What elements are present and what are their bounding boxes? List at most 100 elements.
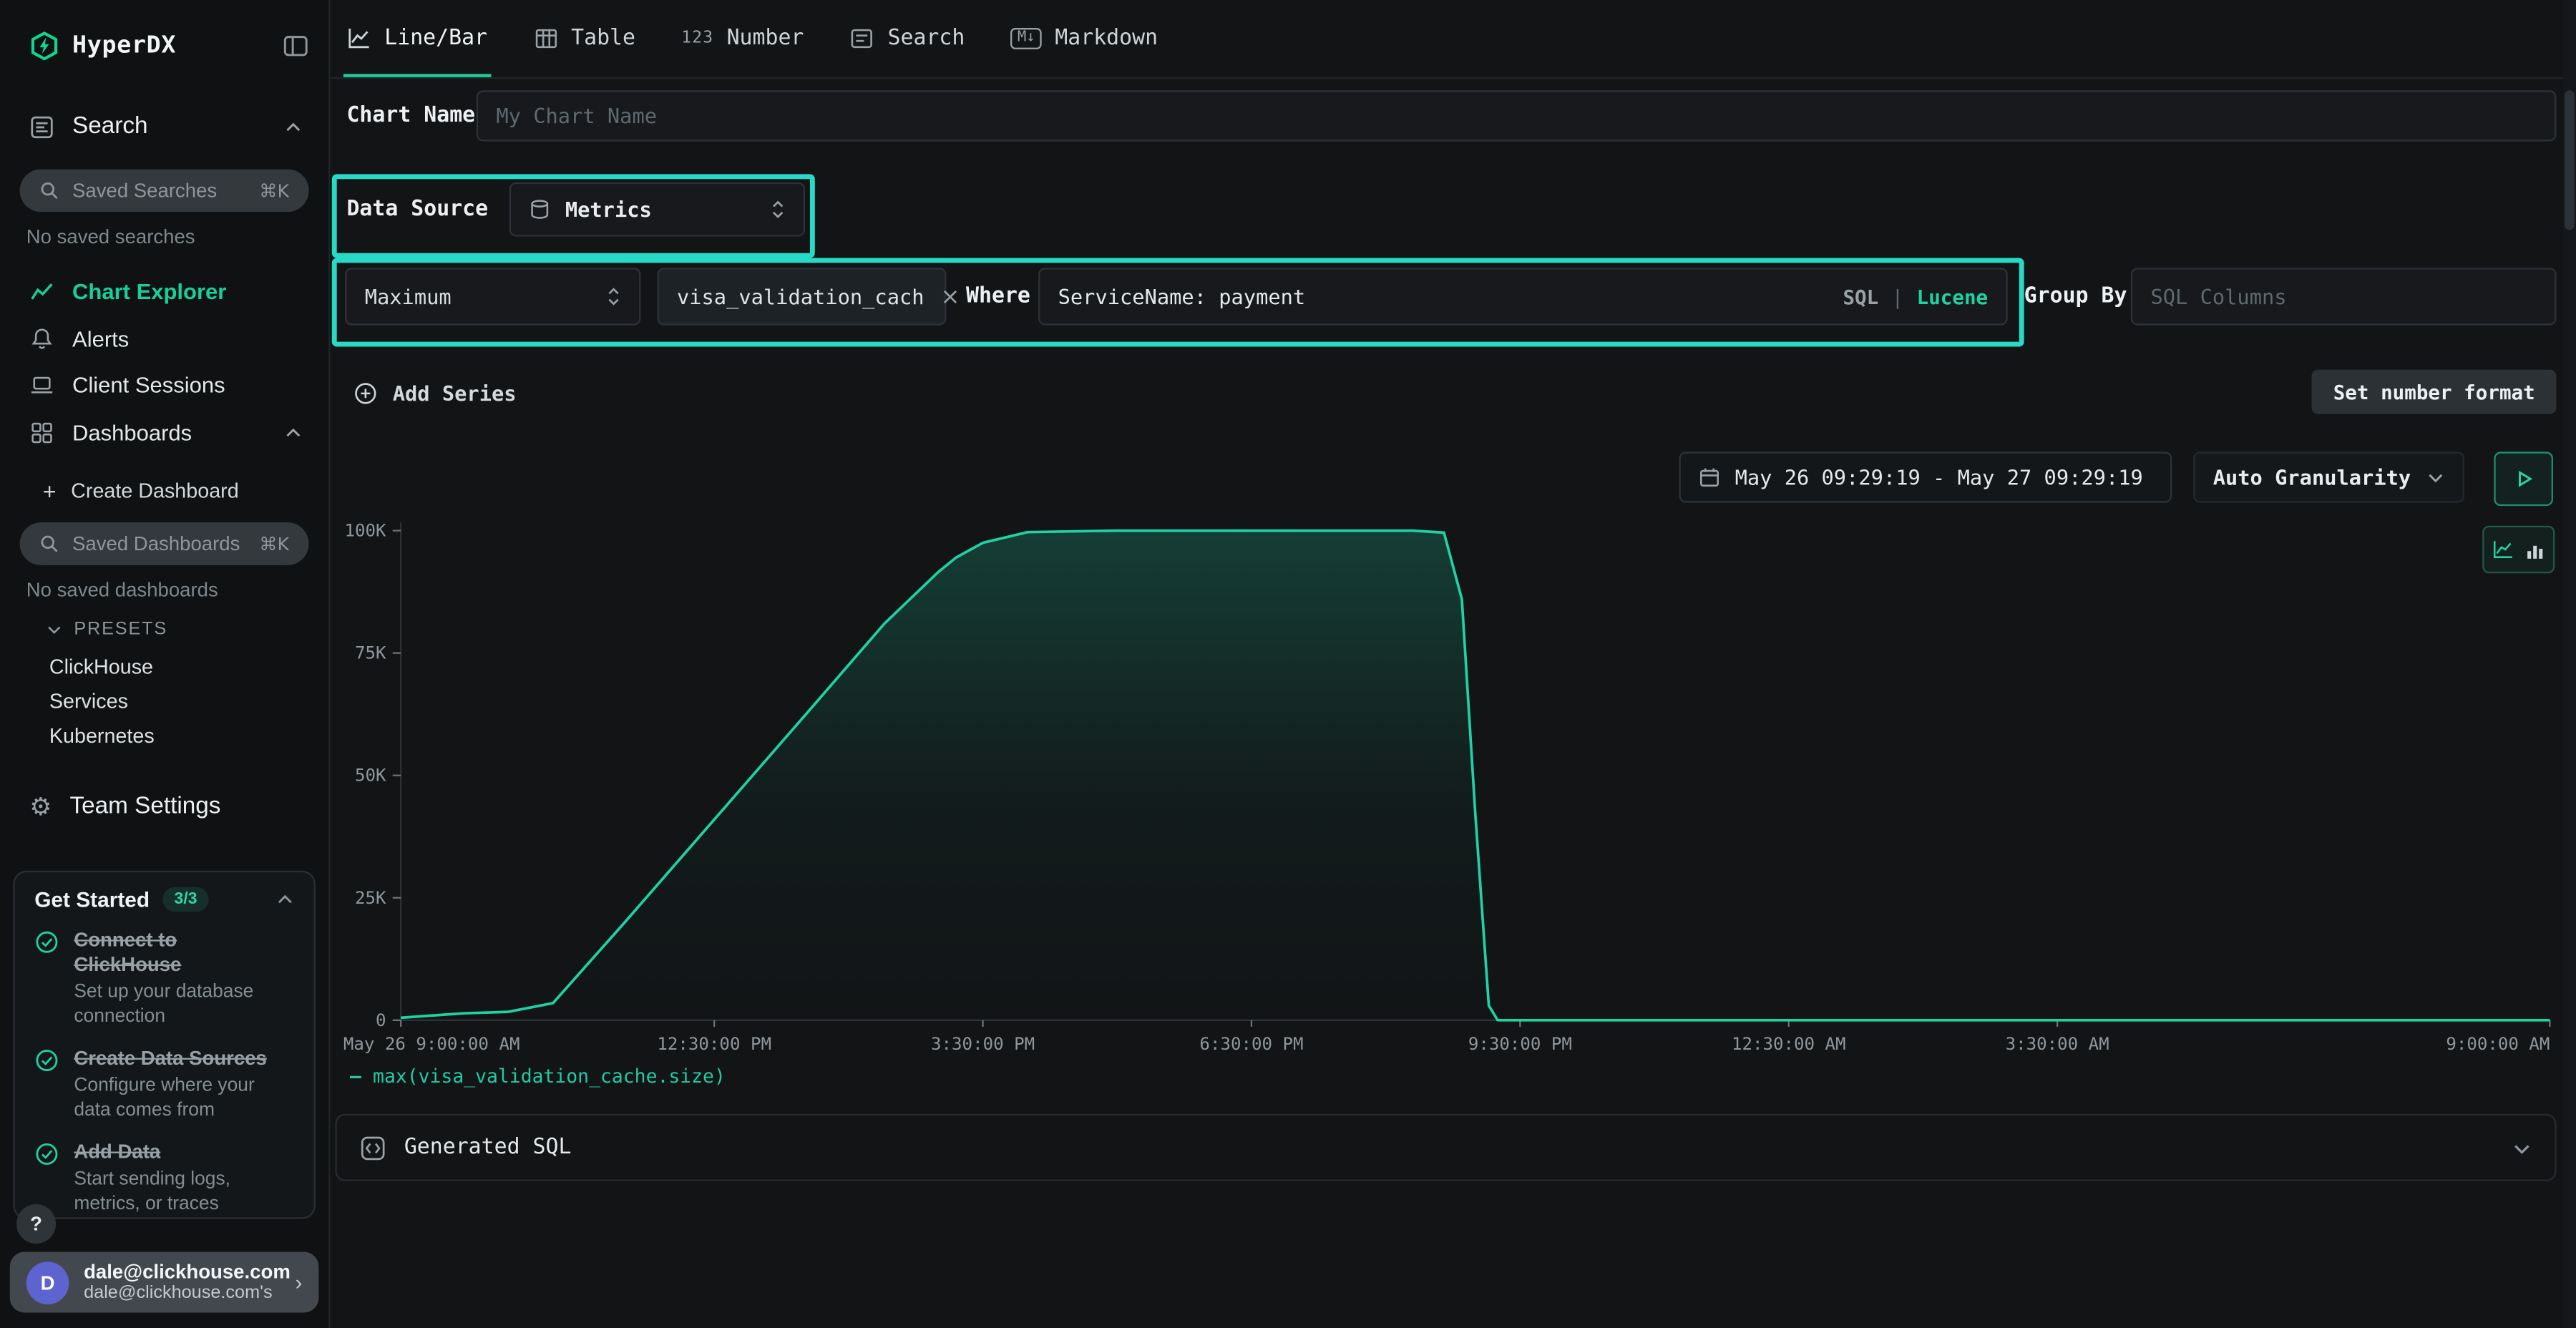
get-started-card: Get Started 3/3 Connect to ClickHouse Se… <box>13 871 315 1219</box>
svg-text:9:00:00 AM: 9:00:00 AM <box>2446 1034 2550 1054</box>
add-series-button[interactable]: Add Series <box>353 374 517 411</box>
preset-item-kubernetes[interactable]: Kubernetes <box>49 721 155 751</box>
sidebar-section-search[interactable]: Search <box>0 109 328 145</box>
create-dashboard-button[interactable]: + Create Dashboard <box>0 473 328 509</box>
scrollbar-thumb[interactable] <box>2565 90 2575 230</box>
granularity-select[interactable]: Auto Granularity <box>2193 451 2464 502</box>
check-circle-icon <box>34 1048 59 1123</box>
add-series-label: Add Series <box>393 381 517 405</box>
tab-label: Search <box>888 26 965 51</box>
avatar: D <box>26 1261 69 1304</box>
saved-dashboards-placeholder: Saved Dashboards <box>72 532 246 555</box>
scrollbar-track[interactable] <box>2563 0 2576 1328</box>
timeseries-chart[interactable]: 025K50K75K100KMay 26 9:00:00 AM12:30:00 … <box>328 516 2556 1061</box>
search-icon <box>39 534 59 554</box>
app-window: HyperDX Search Saved Searches ⌘K No save… <box>0 0 2576 1328</box>
get-started-item-title: Add Data <box>74 1140 271 1164</box>
set-number-format-label: Set number format <box>2333 381 2535 404</box>
tab-line-bar[interactable]: Line/Bar <box>346 0 487 77</box>
get-started-badge: 3/3 <box>162 887 208 912</box>
get-started-item[interactable]: Add Data Start sending logs, metrics, or… <box>34 1140 294 1217</box>
chevron-up-icon[interactable] <box>284 117 302 135</box>
database-icon <box>529 199 550 220</box>
code-icon <box>360 1134 386 1161</box>
logo-row: HyperDX <box>29 24 308 67</box>
granularity-value: Auto Granularity <box>2213 465 2411 489</box>
chevron-right-icon: › <box>295 1270 302 1294</box>
data-source-select[interactable]: Metrics <box>509 182 805 237</box>
metric-field-name: visa_validation_cach <box>677 284 924 308</box>
get-started-item[interactable]: Connect to ClickHouse Set up your databa… <box>34 928 294 1030</box>
sidebar-item-dashboards[interactable]: Dashboards <box>0 414 328 451</box>
sidebar-item-team-settings[interactable]: ⚙ Team Settings <box>0 788 328 825</box>
chevron-down-icon <box>2426 468 2444 486</box>
preset-item-services[interactable]: Services <box>49 687 128 716</box>
chart-line-icon <box>29 278 54 303</box>
svg-text:0: 0 <box>376 1010 386 1030</box>
set-number-format-button[interactable]: Set number format <box>2312 370 2557 414</box>
calendar-icon <box>1699 467 1720 488</box>
tab-markdown[interactable]: M↓ Markdown <box>1011 0 1158 77</box>
search-icon <box>39 181 59 201</box>
saved-searches-placeholder: Saved Searches <box>72 179 246 202</box>
chevron-up-icon[interactable] <box>284 423 302 441</box>
run-query-button[interactable] <box>2494 451 2553 506</box>
aggregation-select[interactable]: Maximum <box>345 268 640 325</box>
generated-sql-toggle[interactable]: Generated SQL <box>335 1114 2556 1181</box>
chevron-up-icon[interactable] <box>276 890 294 908</box>
aggregation-value: Maximum <box>365 284 452 308</box>
sidebar-collapse-icon[interactable] <box>283 33 309 59</box>
no-saved-dashboards-text: No saved dashboards <box>26 578 218 601</box>
preset-item-clickhouse[interactable]: ClickHouse <box>49 653 153 682</box>
check-circle-icon <box>34 930 59 1030</box>
create-dashboard-label: Create Dashboard <box>71 479 239 502</box>
chart-name-input[interactable]: My Chart Name <box>477 90 2557 141</box>
legend-series-label: max(visa_validation_cache.size) <box>373 1065 726 1088</box>
question-mark: ? <box>30 1212 42 1235</box>
date-range-input[interactable]: May 26 09:29:19 - May 27 09:29:19 <box>1679 451 2172 502</box>
svg-text:75K: 75K <box>355 643 386 663</box>
tab-search[interactable]: Search <box>850 0 965 77</box>
laptop-icon <box>29 372 54 396</box>
tab-table[interactable]: Table <box>533 0 635 77</box>
get-started-header[interactable]: Get Started 3/3 <box>34 887 294 912</box>
lucene-language-toggle[interactable]: Lucene <box>1917 285 1989 308</box>
get-started-item-title: Connect to ClickHouse <box>74 928 255 977</box>
sidebar: HyperDX Search Saved Searches ⌘K No save… <box>0 0 330 1328</box>
presets-toggle[interactable]: PRESETS <box>46 620 167 640</box>
chart-legend[interactable]: — max(visa_validation_cache.size) <box>350 1065 726 1088</box>
user-email: dale@clickhouse.com <box>84 1259 280 1283</box>
plus-icon: + <box>43 478 57 504</box>
metric-field-tag[interactable]: visa_validation_cach × <box>657 268 946 325</box>
brand-name: HyperDX <box>72 33 176 59</box>
chart-type-tabbar: Line/Bar Table 123 Number Search M↓ Ma <box>328 0 2576 79</box>
tab-number[interactable]: 123 Number <box>681 0 804 77</box>
search-section-icon <box>29 114 54 139</box>
sql-language-toggle[interactable]: SQL <box>1843 285 1878 308</box>
keyboard-shortcut: ⌘K <box>259 533 289 555</box>
gear-icon: ⚙ <box>29 794 52 819</box>
date-range-value: May 26 09:29:19 - May 27 09:29:19 <box>1735 465 2143 489</box>
sidebar-item-alerts[interactable]: Alerts <box>0 321 328 357</box>
user-subtitle: dale@clickhouse.com's <box>84 1283 280 1304</box>
where-query-value: ServiceName: payment <box>1058 284 1306 308</box>
saved-dashboards-input[interactable]: Saved Dashboards ⌘K <box>20 522 309 565</box>
get-started-title: Get Started <box>34 887 150 912</box>
svg-text:May 26 9:00:00 AM: May 26 9:00:00 AM <box>343 1034 520 1054</box>
get-started-item[interactable]: Create Data Sources Configure where your… <box>34 1046 294 1123</box>
circle-plus-icon <box>353 381 378 405</box>
user-menu[interactable]: D dale@clickhouse.com dale@clickhouse.co… <box>10 1252 319 1313</box>
list-icon <box>850 26 874 51</box>
group-by-input[interactable]: SQL Columns <box>2131 268 2557 325</box>
sidebar-item-client-sessions[interactable]: Client Sessions <box>0 366 328 403</box>
sidebar-item-label: Alerts <box>72 326 129 351</box>
close-icon[interactable]: × <box>940 283 960 310</box>
tab-label: Markdown <box>1055 26 1158 51</box>
saved-searches-input[interactable]: Saved Searches ⌘K <box>20 169 309 212</box>
chart-name-label: Chart Name <box>346 90 475 141</box>
svg-text:9:30:00 PM: 9:30:00 PM <box>1468 1034 1572 1054</box>
help-button[interactable]: ? <box>16 1204 56 1244</box>
sidebar-item-chart-explorer[interactable]: Chart Explorer <box>0 273 328 309</box>
line-chart-icon <box>346 26 371 51</box>
where-input[interactable]: ServiceName: payment SQL | Lucene <box>1038 268 2008 325</box>
